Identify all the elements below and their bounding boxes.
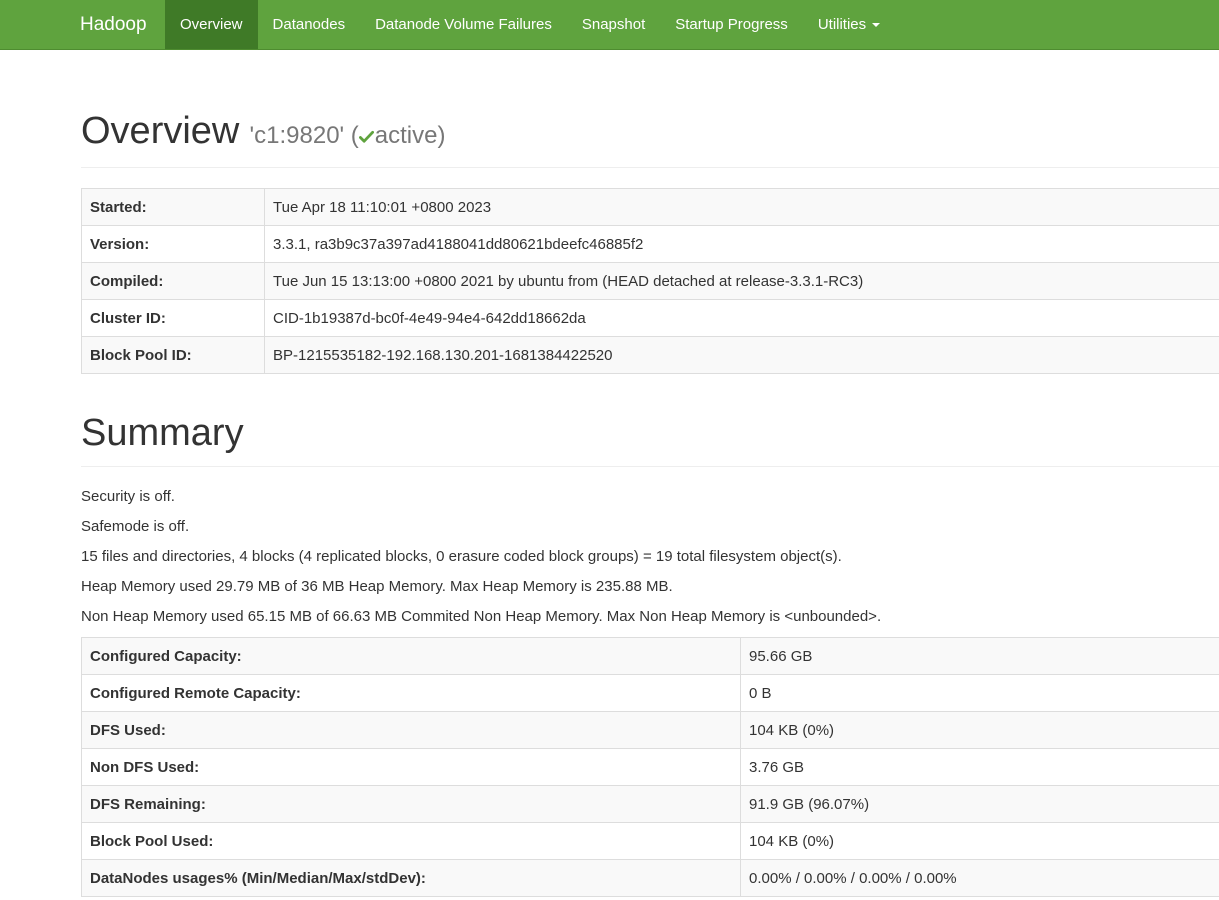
row-value: 3.3.1, ra3b9c37a397ad4188041dd80621bdeef…	[264, 225, 1219, 263]
nav-item-label: Utilities	[817, 16, 867, 33]
row-key: Configured Remote Capacity:	[81, 674, 741, 712]
check-icon	[358, 130, 374, 143]
table-row: Configured Capacity: 95.66 GB	[81, 637, 1219, 675]
row-key: Block Pool ID:	[81, 336, 265, 374]
namenode-state: active	[374, 122, 438, 149]
table-row: Non DFS Used: 3.76 GB	[81, 748, 1219, 786]
nav-item-label: Overview	[180, 16, 243, 33]
row-key: Block Pool Used:	[81, 822, 741, 860]
row-value: 0.00% / 0.00% / 0.00% / 0.00%	[740, 859, 1219, 897]
main-content: Overview 'c1:9820' ( active) Started: Tue…	[81, 50, 1219, 897]
row-key: Started:	[81, 188, 265, 226]
overview-header: Overview 'c1:9820' ( active)	[81, 108, 1219, 168]
row-key: Cluster ID:	[81, 299, 265, 337]
table-row: DFS Remaining: 91.9 GB (96.07%)	[81, 785, 1219, 823]
security-status: Security is off.	[81, 488, 175, 505]
top-navbar: Hadoop Overview Datanodes Datanode Volum…	[0, 0, 1219, 50]
overview-table: Started: Tue Apr 18 11:10:01 +0800 2023 …	[81, 188, 1219, 374]
row-value: CID-1b19387d-bc0f-4e49-94e4-642dd18662da	[264, 299, 1219, 337]
table-row: Version: 3.3.1, ra3b9c37a397ad4188041dd8…	[81, 225, 1219, 263]
table-row: Started: Tue Apr 18 11:10:01 +0800 2023	[81, 188, 1219, 226]
row-key: DataNodes usages% (Min/Median/Max/stdDev…	[81, 859, 741, 897]
table-row: Cluster ID: CID-1b19387d-bc0f-4e49-94e4-…	[81, 299, 1219, 337]
nav-item-startup-progress[interactable]: Startup Progress	[660, 0, 803, 49]
nav-item-utilities-dropdown[interactable]: Utilities	[803, 0, 895, 49]
row-value: 104 KB (0%)	[740, 711, 1219, 749]
nav-item-overview[interactable]: Overview	[165, 0, 258, 49]
summary-status-lines: Security is off. Safemode is off. 15 fil…	[81, 487, 1219, 637]
overview-title: Overview	[81, 110, 240, 152]
row-value: 104 KB (0%)	[740, 822, 1219, 860]
row-value: 91.9 GB (96.07%)	[740, 785, 1219, 823]
row-key: Non DFS Used:	[81, 748, 741, 786]
row-key: Configured Capacity:	[81, 637, 741, 675]
overview-subtitle: 'c1:9820' ( active)	[250, 122, 446, 149]
nav-item-label: Datanode Volume Failures	[375, 16, 552, 33]
namenode-state-close: )	[437, 122, 446, 149]
nav-item-snapshot[interactable]: Snapshot	[567, 0, 660, 49]
brand-logo[interactable]: Hadoop	[0, 0, 165, 49]
row-key: Compiled:	[81, 262, 265, 300]
summary-header: Summary	[81, 410, 1219, 467]
row-value: BP-1215535182-192.168.130.201-1681384422…	[264, 336, 1219, 374]
row-value: Tue Jun 15 13:13:00 +0800 2021 by ubuntu…	[264, 262, 1219, 300]
namenode-host: 'c1:9820' (	[249, 122, 359, 149]
row-key: DFS Used:	[81, 711, 741, 749]
row-value: 0 B	[740, 674, 1219, 712]
filesystem-objects: 15 files and directories, 4 blocks (4 re…	[81, 548, 842, 565]
table-row: Configured Remote Capacity: 0 B	[81, 674, 1219, 712]
table-row: Block Pool ID: BP-1215535182-192.168.130…	[81, 336, 1219, 374]
non-heap-memory: Non Heap Memory used 65.15 MB of 66.63 M…	[81, 608, 882, 625]
nav-item-datanodes[interactable]: Datanodes	[258, 0, 361, 49]
nav-item-datanode-volume-failures[interactable]: Datanode Volume Failures	[360, 0, 567, 49]
summary-title: Summary	[81, 412, 244, 454]
row-value: 95.66 GB	[740, 637, 1219, 675]
nav-item-label: Datanodes	[272, 16, 346, 33]
table-row: Compiled: Tue Jun 15 13:13:00 +0800 2021…	[81, 262, 1219, 300]
heap-memory: Heap Memory used 29.79 MB of 36 MB Heap …	[81, 578, 673, 595]
nav-item-label: Snapshot	[581, 16, 646, 33]
summary-table: Configured Capacity: 95.66 GB Configured…	[81, 637, 1219, 897]
nav-item-label: Startup Progress	[675, 16, 788, 33]
row-key: DFS Remaining:	[81, 785, 741, 823]
table-row: Block Pool Used: 104 KB (0%)	[81, 822, 1219, 860]
row-value: 3.76 GB	[740, 748, 1219, 786]
caret-down-icon	[872, 22, 881, 27]
table-row: DFS Used: 104 KB (0%)	[81, 711, 1219, 749]
safemode-status: Safemode is off.	[81, 518, 190, 535]
row-key: Version:	[81, 225, 265, 263]
table-row: DataNodes usages% (Min/Median/Max/stdDev…	[81, 859, 1219, 897]
row-value: Tue Apr 18 11:10:01 +0800 2023	[264, 188, 1219, 226]
